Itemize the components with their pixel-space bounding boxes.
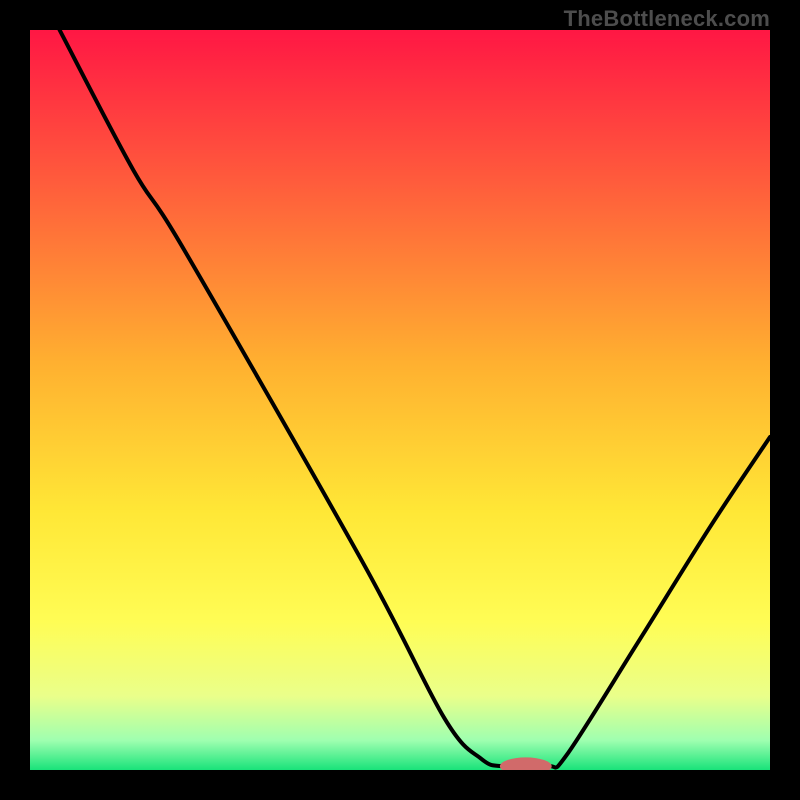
chart-frame: TheBottleneck.com: [0, 0, 800, 800]
bottleneck-chart: [30, 30, 770, 770]
plot-area: [30, 30, 770, 770]
gradient-background: [30, 30, 770, 770]
watermark-text: TheBottleneck.com: [564, 6, 770, 32]
